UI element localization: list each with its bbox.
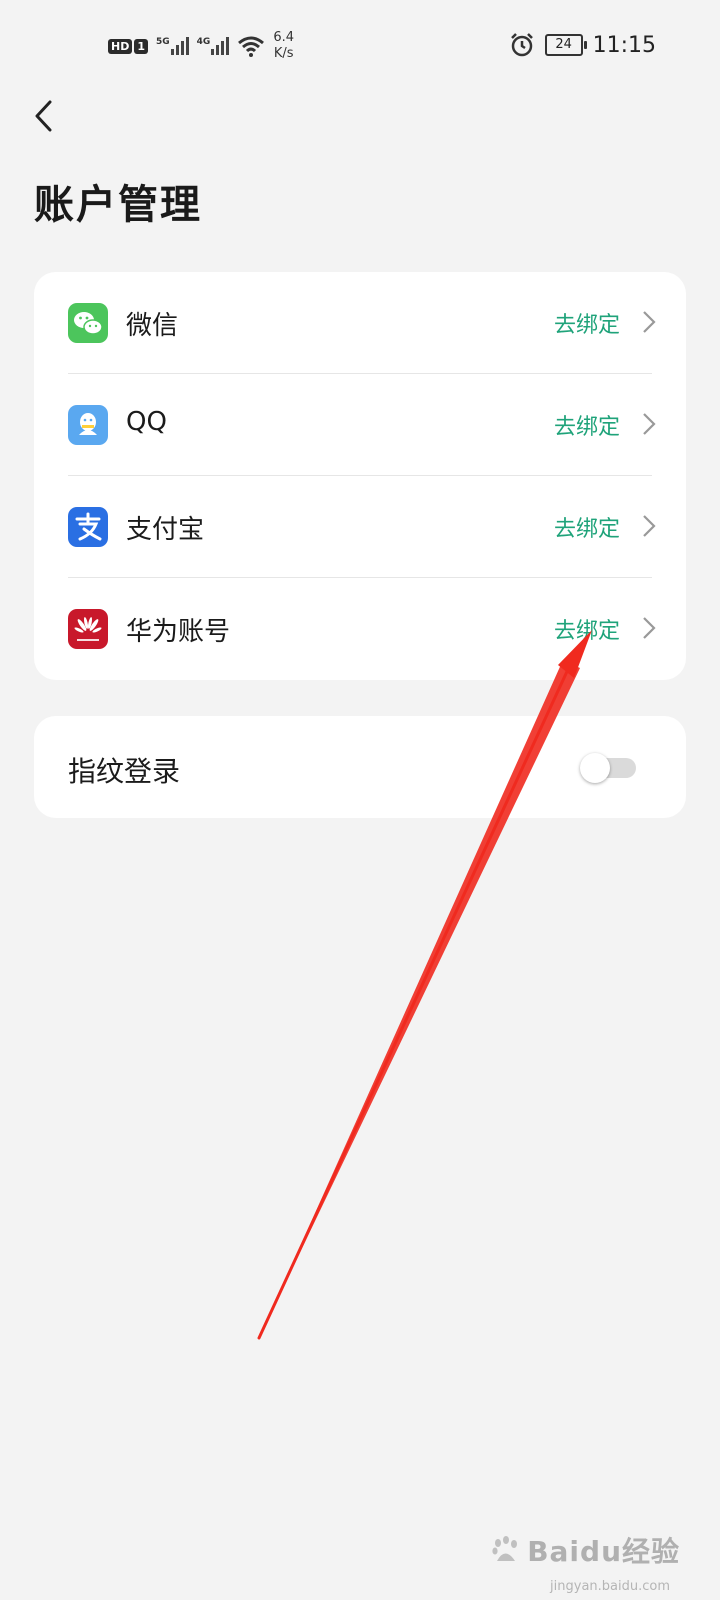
hd-label: HD [108,38,133,54]
back-arrow-icon [35,100,52,132]
chevron-right-icon [643,311,656,333]
status-left: HD 1 5G 4G 6.4 K/s [108,30,294,62]
speed-unit: K/s [273,46,294,61]
wifi-icon [238,36,265,57]
watermark-url: jingyan.baidu.com [550,1579,670,1594]
chevron-right-icon [643,617,656,639]
account-row-huawei[interactable]: 华为账号 去绑定 [34,578,686,680]
account-label: 支付宝 [126,515,205,545]
battery-icon: 24 [544,34,587,56]
status-right: 24 11:15 [509,32,656,58]
toggle-knob [580,753,610,783]
watermark-brand: Baidu经验 [527,1535,680,1568]
hd-badge: HD 1 [108,38,148,54]
page-title: 账户管理 [34,182,202,228]
alipay-icon [68,507,108,547]
network-5g-label: 5G [156,37,170,47]
baidu-paw-icon [492,1536,518,1561]
signal-bars-icon [211,37,230,55]
battery-level: 24 [555,37,572,52]
network-5g-indicator: 5G [156,37,189,55]
wechat-icon [68,303,108,343]
account-row-alipay[interactable]: 支付宝 去绑定 [34,476,686,578]
qq-icon [68,405,108,445]
speed-value: 6.4 [273,30,294,45]
fingerprint-toggle[interactable] [580,753,638,783]
network-speed: 6.4 K/s [273,30,294,62]
account-label: 华为账号 [126,617,231,647]
fingerprint-card: 指纹登录 [34,716,686,818]
chevron-right-icon [643,413,656,435]
signal-bars-icon [170,37,189,55]
network-4g-label: 4G [196,37,211,47]
account-row-qq[interactable]: QQ 去绑定 [34,374,686,476]
fingerprint-label: 指纹登录 [68,755,181,788]
bind-link[interactable]: 去绑定 [554,307,620,339]
alarm-icon [510,33,533,57]
status-time: 11:15 [592,32,656,58]
network-4g-indicator: 4G [197,37,230,55]
huawei-icon [68,609,108,649]
sim-label: 1 [134,38,148,54]
accounts-card: 微信 去绑定 QQ 去绑定 支付宝 去绑定 华为账号 去绑定 [34,272,686,680]
account-label: QQ [126,407,167,437]
baidu-watermark: Baidu经验 [489,1530,680,1570]
bind-link[interactable]: 去绑定 [554,613,620,645]
bind-link[interactable]: 去绑定 [554,409,620,441]
chevron-right-icon [643,515,656,537]
bind-link[interactable]: 去绑定 [554,511,620,543]
status-bar: HD 1 5G 4G 6.4 K/s 24 11:15 [0,0,720,92]
back-button[interactable] [30,98,58,134]
account-row-wechat[interactable]: 微信 去绑定 [34,272,686,374]
account-label: 微信 [126,311,179,341]
